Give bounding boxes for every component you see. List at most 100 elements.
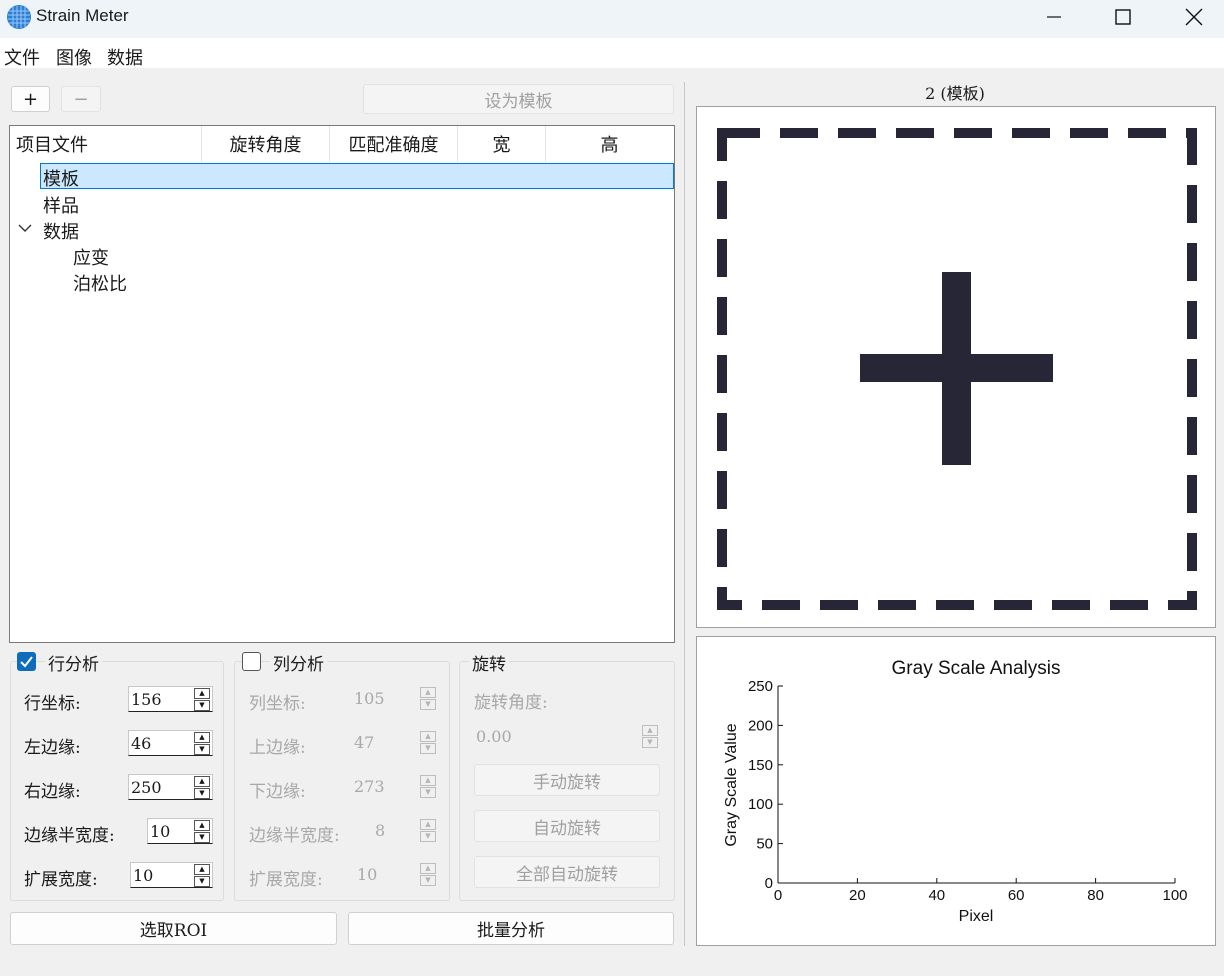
chart-x-tick-label: 80 — [1087, 887, 1104, 904]
column-header-rotation[interactable]: 旋转角度 — [202, 126, 330, 162]
row-coord-spinbox[interactable]: 156 ▲ ▼ — [128, 686, 213, 712]
top-edge-spinbox[interactable]: 47 ▲ ▼ — [352, 730, 438, 756]
extend-width-value: 10 — [133, 866, 154, 885]
row-coord-label: 行坐标: — [24, 694, 81, 714]
extend-width-spinbox[interactable]: 10 ▲ ▼ — [130, 862, 213, 888]
chart-x-tick-label: 20 — [849, 887, 866, 904]
bottom-edge-value: 273 — [354, 777, 385, 796]
gray-scale-chart-panel: Gray Scale Analysis Pixel Gray Scale Val… — [696, 636, 1216, 946]
manual-rotate-button[interactable]: 手动旋转 — [474, 764, 660, 796]
chevron-down-icon[interactable] — [17, 218, 33, 238]
col-extend-width-value: 10 — [357, 865, 378, 884]
spin-up-icon[interactable]: ▲ — [194, 776, 210, 787]
chart-y-tick-label: 250 — [748, 678, 773, 695]
spin-up-icon[interactable]: ▲ — [194, 688, 210, 699]
left-edge-spinbox[interactable]: 46 ▲ ▼ — [128, 730, 213, 756]
edge-half-width-label: 边缘半宽度: — [24, 826, 115, 846]
spin-down-icon[interactable]: ▼ — [420, 743, 436, 754]
spin-down-icon[interactable]: ▼ — [420, 787, 436, 798]
top-edge-value: 47 — [354, 733, 375, 752]
auto-rotate-button[interactable]: 自动旋转 — [474, 810, 660, 842]
menu-file[interactable]: 文件 — [4, 44, 40, 70]
bottom-edge-spinbox[interactable]: 273 ▲ ▼ — [352, 774, 438, 800]
spin-down-icon[interactable]: ▼ — [194, 788, 210, 799]
spin-down-icon[interactable]: ▼ — [420, 699, 436, 710]
spin-down-icon[interactable]: ▼ — [642, 737, 658, 748]
chart-y-axis-label: Gray Scale Value — [723, 723, 740, 846]
chart-y-tick-label: 150 — [748, 757, 773, 774]
auto-rotate-all-button[interactable]: 全部自动旋转 — [474, 856, 660, 888]
spin-up-icon[interactable]: ▲ — [194, 732, 210, 743]
menu-bar — [0, 38, 1224, 68]
spin-down-icon[interactable]: ▼ — [420, 875, 436, 886]
add-button[interactable]: + — [11, 86, 50, 112]
select-roi-button[interactable]: 选取ROI — [10, 912, 337, 945]
spin-down-icon[interactable]: ▼ — [420, 831, 436, 842]
spin-up-icon[interactable]: ▲ — [420, 819, 436, 830]
chart-x-tick-label: 60 — [1008, 887, 1025, 904]
chart-x-tick-label: 0 — [774, 887, 782, 904]
right-edge-value: 250 — [131, 778, 162, 797]
menu-data[interactable]: 数据 — [107, 44, 143, 70]
edge-half-width-value: 10 — [150, 822, 171, 841]
app-logo-icon — [7, 5, 31, 29]
splitter-handle[interactable] — [684, 82, 685, 946]
col-edge-half-width-label: 边缘半宽度: — [249, 826, 340, 846]
rotation-angle-spinbox[interactable]: 0.00 ▲ ▼ — [474, 724, 660, 750]
column-analysis-title: 列分析 — [270, 650, 327, 675]
set-template-button[interactable]: 设为模板 — [363, 84, 674, 114]
spin-up-icon[interactable]: ▲ — [420, 731, 436, 742]
rotation-angle-label: 旋转角度: — [474, 693, 548, 713]
spin-up-icon[interactable]: ▲ — [194, 820, 210, 831]
spin-up-icon[interactable]: ▲ — [420, 775, 436, 786]
chart-y-tick-label: 50 — [756, 836, 773, 853]
left-edge-value: 46 — [131, 734, 152, 753]
menu-image[interactable]: 图像 — [56, 44, 92, 70]
col-edge-half-width-value: 8 — [375, 821, 386, 840]
spin-up-icon[interactable]: ▲ — [194, 864, 210, 875]
column-analysis-checkbox[interactable] — [242, 652, 261, 671]
column-header-width[interactable]: 宽 — [458, 126, 546, 162]
spin-down-icon[interactable]: ▼ — [194, 744, 210, 755]
tree-item-data[interactable]: 数据 — [43, 218, 79, 244]
spin-down-icon[interactable]: ▼ — [194, 700, 210, 711]
close-icon — [1185, 8, 1203, 26]
maximize-icon — [1115, 9, 1131, 25]
spin-down-icon[interactable]: ▼ — [194, 876, 210, 887]
tree-item-strain[interactable]: 应变 — [73, 244, 109, 270]
spin-down-icon[interactable]: ▼ — [194, 832, 210, 843]
maximize-button[interactable] — [1088, 0, 1158, 34]
window-title: Strain Meter — [36, 6, 129, 25]
gray-scale-chart: Gray Scale Analysis Pixel Gray Scale Val… — [723, 658, 1188, 925]
minimize-button[interactable] — [1019, 0, 1089, 34]
tree-item-sample[interactable]: 样品 — [43, 192, 79, 218]
tree-item-poisson[interactable]: 泊松比 — [73, 270, 127, 296]
left-edge-label: 左边缘: — [24, 738, 81, 758]
col-edge-half-width-spinbox[interactable]: 8 ▲ ▼ — [373, 818, 438, 844]
right-edge-spinbox[interactable]: 250 ▲ ▼ — [128, 774, 213, 800]
spin-up-icon[interactable]: ▲ — [642, 725, 658, 736]
column-header-project[interactable]: 项目文件 — [16, 126, 202, 162]
col-coord-spinbox[interactable]: 105 ▲ ▼ — [352, 686, 438, 712]
rotation-title: 旋转 — [469, 650, 509, 675]
chart-x-axis-label: Pixel — [959, 908, 994, 925]
image-preview-panel[interactable] — [696, 106, 1216, 628]
column-header-height[interactable]: 高 — [546, 126, 673, 162]
batch-analysis-button[interactable]: 批量分析 — [348, 912, 674, 945]
remove-button[interactable]: − — [61, 86, 101, 112]
edge-half-width-spinbox[interactable]: 10 ▲ ▼ — [147, 818, 213, 844]
rotation-angle-value: 0.00 — [476, 727, 512, 746]
project-tree[interactable] — [9, 125, 675, 643]
spin-up-icon[interactable]: ▲ — [420, 863, 436, 874]
col-extend-width-spinbox[interactable]: 10 ▲ ▼ — [355, 862, 438, 888]
extend-width-label: 扩展宽度: — [24, 870, 98, 890]
row-analysis-checkbox[interactable] — [17, 652, 36, 671]
column-header-accuracy[interactable]: 匹配准确度 — [330, 126, 458, 162]
spin-up-icon[interactable]: ▲ — [420, 687, 436, 698]
col-coord-label: 列坐标: — [249, 694, 306, 714]
tree-item-template[interactable]: 模板 — [43, 165, 79, 191]
preview-title: 2 (模板) — [925, 84, 985, 103]
chart-y-tick-label: 100 — [748, 796, 773, 813]
row-analysis-title: 行分析 — [45, 650, 102, 675]
close-button[interactable] — [1159, 0, 1224, 34]
